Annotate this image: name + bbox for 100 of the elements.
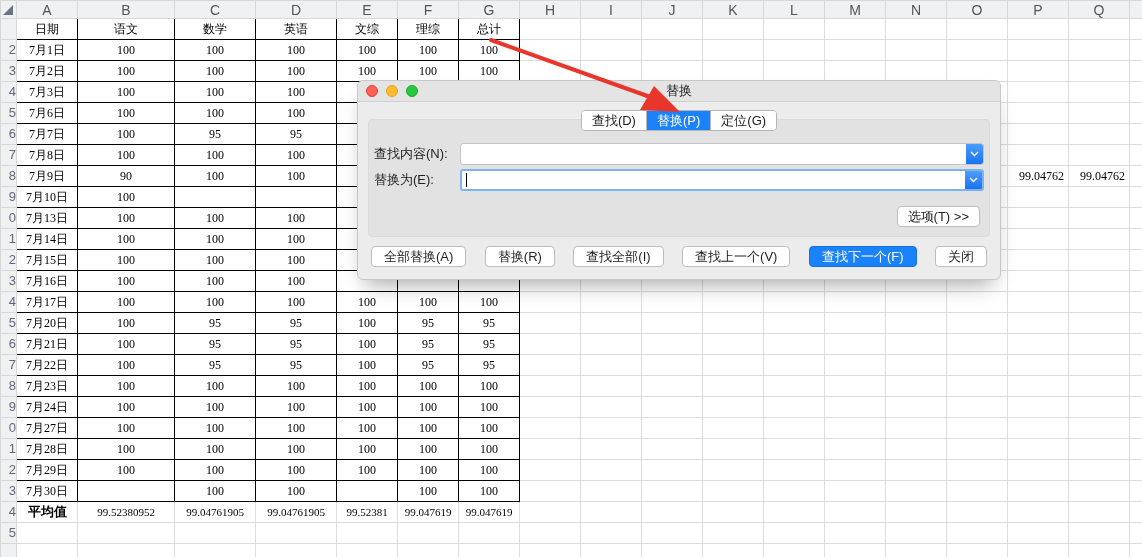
table-cell: 100 (117, 316, 135, 330)
column-title: 文综 (355, 22, 379, 36)
table-cell: 100 (206, 232, 224, 246)
column-header[interactable]: J (668, 1, 676, 18)
table-cell: 100 (480, 463, 498, 477)
select-all-icon[interactable] (3, 4, 13, 15)
column-header[interactable]: O (971, 1, 983, 18)
table-cell: 99.04762 (1080, 169, 1125, 183)
column-header[interactable]: D (290, 1, 302, 18)
table-cell: 100 (117, 43, 135, 57)
table-cell: 100 (287, 421, 305, 435)
column-header[interactable]: K (728, 1, 738, 18)
table-cell: 100 (117, 64, 135, 78)
dialog-button[interactable]: 查找下一个(F) (808, 246, 917, 267)
column-header[interactable]: G (483, 1, 495, 18)
dialog-button[interactable]: 全部替换(A) (371, 246, 467, 267)
window-title: 替换 (666, 82, 692, 101)
column-header[interactable]: F (423, 1, 433, 18)
table-cell: 95 (209, 337, 221, 351)
table-cell: 95 (422, 316, 434, 330)
combo-field[interactable] (460, 142, 984, 165)
table-cell: 7月9日 (29, 169, 65, 183)
table-cell: 95 (290, 337, 302, 351)
field-label: 替换为(E): (374, 170, 435, 189)
close-icon[interactable] (366, 85, 378, 97)
dialog-button[interactable]: 查找上一个(V) (682, 246, 791, 267)
column-header[interactable]: H (544, 1, 556, 18)
table-cell: 99.52381 (346, 506, 388, 518)
column-header[interactable]: Q (1093, 1, 1105, 18)
table-cell: 100 (206, 295, 224, 309)
column-header[interactable]: I (609, 1, 613, 18)
dialog-button[interactable]: 关闭 (934, 246, 987, 267)
table-cell: 100 (287, 211, 305, 225)
table-cell: 100 (206, 400, 224, 414)
table-cell: 100 (480, 400, 498, 414)
table-cell: 100 (287, 400, 305, 414)
table-cell: 100 (287, 43, 305, 57)
table-cell: 7月17日 (26, 295, 68, 309)
table-cell: 7月1日 (29, 43, 65, 57)
dialog-button[interactable]: 替换(R) (484, 246, 555, 267)
table-cell: 100 (287, 274, 305, 288)
table-cell: 100 (117, 337, 135, 351)
column-header[interactable]: P (1033, 1, 1043, 18)
chevron-down-icon (970, 150, 979, 157)
table-cell: 100 (358, 379, 376, 393)
column-header[interactable]: L (790, 1, 798, 18)
table-cell: 100 (358, 337, 376, 351)
column-header[interactable]: B (121, 1, 131, 18)
options-button[interactable]: 选项(T) >> (896, 206, 980, 227)
table-cell: 100 (206, 106, 224, 120)
table-cell: 100 (480, 442, 498, 456)
table-cell: 7月23日 (26, 379, 68, 393)
table-cell: 100 (287, 106, 305, 120)
table-cell: 100 (206, 211, 224, 225)
table-cell: 100 (287, 442, 305, 456)
maximize-icon[interactable] (406, 85, 418, 97)
column-header[interactable]: N (910, 1, 922, 18)
table-cell: 100 (419, 64, 437, 78)
table-cell: 99.04761905 (267, 506, 325, 518)
table-cell: 100 (287, 85, 305, 99)
table-cell: 100 (206, 379, 224, 393)
column-title: 语文 (114, 22, 138, 36)
minimize-icon[interactable] (386, 85, 398, 97)
table-cell: 99.047619 (404, 506, 452, 518)
table-cell: 100 (480, 484, 498, 498)
tab[interactable]: 替换(P) (645, 111, 711, 130)
table-cell: 7月22日 (26, 358, 68, 372)
table-cell: 100 (419, 484, 437, 498)
table-cell: 95 (209, 127, 221, 141)
table-cell: 100 (358, 400, 376, 414)
table-cell: 100 (117, 379, 135, 393)
table-cell: 100 (117, 211, 135, 225)
table-cell: 100 (358, 295, 376, 309)
table-cell: 100 (419, 295, 437, 309)
table-cell: 100 (206, 169, 224, 183)
table-cell: 100 (117, 400, 135, 414)
table-cell: 95 (422, 358, 434, 372)
table-cell: 100 (358, 358, 376, 372)
column-header[interactable]: C (209, 1, 221, 18)
combo-field[interactable] (460, 168, 984, 191)
table-cell: 100 (287, 253, 305, 267)
column-header[interactable]: A (42, 1, 52, 18)
table-cell: 95 (483, 358, 495, 372)
chevron-down-icon (969, 176, 978, 183)
column-header[interactable]: E (362, 1, 372, 18)
table-cell: 100 (117, 421, 135, 435)
table-cell: 100 (206, 43, 224, 57)
table-cell: 100 (480, 43, 498, 57)
table-cell: 100 (206, 148, 224, 162)
tab[interactable]: 定位(G) (710, 111, 777, 130)
column-header[interactable]: M (849, 1, 861, 18)
table-cell: 100 (117, 442, 135, 456)
dialog-button[interactable]: 查找全部(I) (573, 246, 664, 267)
table-cell: 7月3日 (29, 85, 65, 99)
table-cell: 100 (287, 169, 305, 183)
table-cell: 100 (117, 148, 135, 162)
table-cell: 100 (358, 43, 376, 57)
table-cell: 7月16日 (26, 274, 68, 288)
table-cell: 100 (480, 295, 498, 309)
table-cell: 95 (290, 127, 302, 141)
